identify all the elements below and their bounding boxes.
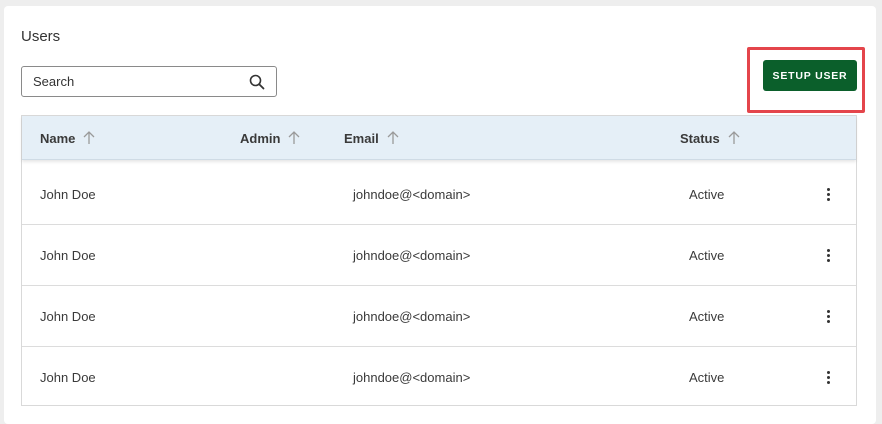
table-row[interactable]: John Doe johndoe@<domain> Active (22, 225, 856, 286)
column-header-label: Name (40, 130, 76, 146)
arrow-up-icon[interactable] (387, 131, 399, 145)
more-vertical-icon[interactable] (820, 183, 836, 205)
arrow-up-icon[interactable] (83, 131, 95, 145)
column-header-label: Status (680, 130, 720, 146)
column-header-status[interactable]: Status (680, 116, 740, 160)
user-status: Active (689, 369, 725, 385)
page-title: Users (21, 28, 61, 45)
column-header-label: Email (344, 130, 379, 146)
more-vertical-icon[interactable] (820, 366, 836, 388)
column-header-admin[interactable]: Admin (240, 116, 300, 160)
column-header-email[interactable]: Email (344, 116, 399, 160)
users-table: Name Admin Email Status John Doe johndoe… (21, 115, 857, 406)
user-email: johndoe@<domain> (353, 186, 471, 202)
search-icon[interactable] (242, 67, 272, 96)
column-header-label: Admin (240, 130, 281, 146)
user-name: John Doe (40, 308, 96, 324)
user-email: johndoe@<domain> (353, 308, 471, 324)
user-email: johndoe@<domain> (353, 247, 471, 263)
search-input[interactable]: Search (21, 66, 277, 97)
more-vertical-icon[interactable] (820, 244, 836, 266)
user-status: Active (689, 247, 725, 263)
arrow-up-icon[interactable] (288, 131, 300, 145)
user-email: johndoe@<domain> (353, 369, 471, 385)
user-name: John Doe (40, 247, 96, 263)
user-name: John Doe (40, 186, 96, 202)
table-row[interactable]: John Doe johndoe@<domain> Active (22, 164, 856, 225)
table-row[interactable]: John Doe johndoe@<domain> Active (22, 347, 856, 408)
arrow-up-icon[interactable] (728, 131, 740, 145)
user-status: Active (689, 186, 725, 202)
table-header: Name Admin Email Status (22, 116, 856, 160)
column-header-name[interactable]: Name (40, 116, 95, 160)
setup-user-button[interactable]: SETUP USER (763, 60, 857, 91)
more-vertical-icon[interactable] (820, 305, 836, 327)
users-card: Users Search SETUP USER Name Admin Email… (4, 6, 876, 424)
table-row[interactable]: John Doe johndoe@<domain> Active (22, 286, 856, 347)
user-name: John Doe (40, 369, 96, 385)
user-status: Active (689, 308, 725, 324)
search-placeholder: Search (33, 74, 75, 89)
